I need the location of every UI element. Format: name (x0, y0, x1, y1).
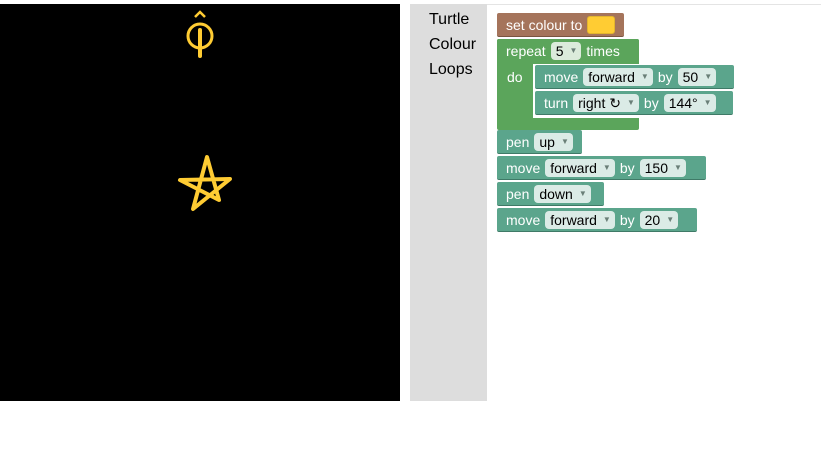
move-by-label: by (657, 68, 673, 85)
turn-direction-dropdown[interactable]: right ↻ ▼ (573, 93, 639, 112)
chevron-down-icon: ▼ (704, 71, 713, 81)
chevron-down-icon: ▼ (560, 136, 569, 146)
chevron-down-icon: ▼ (640, 71, 649, 81)
move-direction-dropdown[interactable]: forward ▼ (545, 158, 615, 177)
repeat-count-dropdown[interactable]: 5 ▼ (550, 42, 582, 60)
drawing-svg (178, 10, 232, 211)
chevron-down-icon: ▼ (703, 97, 712, 107)
repeat-do-label: do (507, 69, 523, 85)
move-amount-dropdown[interactable]: 20 ▼ (639, 210, 679, 229)
chevron-down-icon: ▼ (578, 188, 587, 198)
turtle-canvas (0, 4, 400, 401)
move-amount-dropdown[interactable]: 50 ▼ (677, 67, 717, 86)
set-colour-block[interactable]: set colour to (497, 13, 624, 37)
move-by-label: by (619, 211, 635, 228)
pen-block[interactable]: pen down ▼ (497, 182, 604, 206)
chevron-down-icon: ▼ (626, 97, 635, 107)
pen-label: pen (506, 185, 530, 202)
category-turtle[interactable]: Turtle (429, 10, 469, 30)
move-by-label: by (619, 159, 635, 176)
move-label: move (544, 68, 579, 85)
turn-direction-value: right ↻ (578, 94, 621, 111)
pen-label: pen (506, 133, 530, 150)
pen-state-value: down (539, 185, 573, 202)
repeat-count-value: 5 (555, 43, 564, 59)
chevron-down-icon: ▼ (666, 214, 675, 224)
turn-amount-dropdown[interactable]: 144° ▼ (663, 93, 716, 112)
turtle-icon (186, 10, 214, 58)
move-label: move (506, 159, 541, 176)
star-drawing (178, 155, 232, 211)
set-colour-label: set colour to (506, 16, 583, 33)
pen-state-dropdown[interactable]: down ▼ (534, 184, 591, 203)
pen-state-value: up (539, 133, 555, 150)
chevron-down-icon: ▼ (602, 214, 611, 224)
chevron-down-icon: ▼ (569, 46, 578, 55)
turn-label: turn (544, 94, 569, 111)
move-direction-dropdown[interactable]: forward ▼ (545, 210, 615, 229)
chevron-down-icon: ▼ (674, 162, 682, 172)
repeat-times-label: times (586, 43, 620, 59)
move-direction-dropdown[interactable]: forward ▼ (583, 67, 653, 86)
pen-state-dropdown[interactable]: up ▼ (534, 132, 573, 151)
move-block[interactable]: move forward ▼ by 150 ▼ (497, 156, 706, 180)
move-amount-dropdown[interactable]: 150 ▼ (639, 158, 686, 177)
move-amount-value: 150 (644, 159, 668, 176)
category-loops[interactable]: Loops (429, 60, 473, 80)
pen-block[interactable]: pen up ▼ (497, 130, 582, 154)
move-label: move (506, 211, 541, 228)
toolbox: Turtle Colour Loops (410, 4, 487, 401)
move-block[interactable]: move forward ▼ by 20 ▼ (497, 208, 697, 232)
move-amount-value: 50 (682, 68, 699, 85)
turn-by-label: by (643, 94, 659, 111)
move-block[interactable]: move forward ▼ by 50 ▼ (535, 65, 734, 89)
move-direction-value: forward (588, 68, 635, 85)
repeat-block[interactable]: repeat 5 ▼ times (497, 39, 639, 63)
repeat-label: repeat (506, 43, 546, 59)
turn-block[interactable]: turn right ↻ ▼ by 144° ▼ (535, 91, 733, 115)
move-direction-value: forward (550, 159, 597, 176)
turn-amount-value: 144° (668, 94, 698, 111)
move-direction-value: forward (550, 211, 597, 228)
category-colour[interactable]: Colour (429, 35, 476, 55)
move-amount-value: 20 (644, 211, 661, 228)
chevron-down-icon: ▼ (602, 162, 611, 172)
colour-swatch[interactable] (587, 15, 616, 34)
